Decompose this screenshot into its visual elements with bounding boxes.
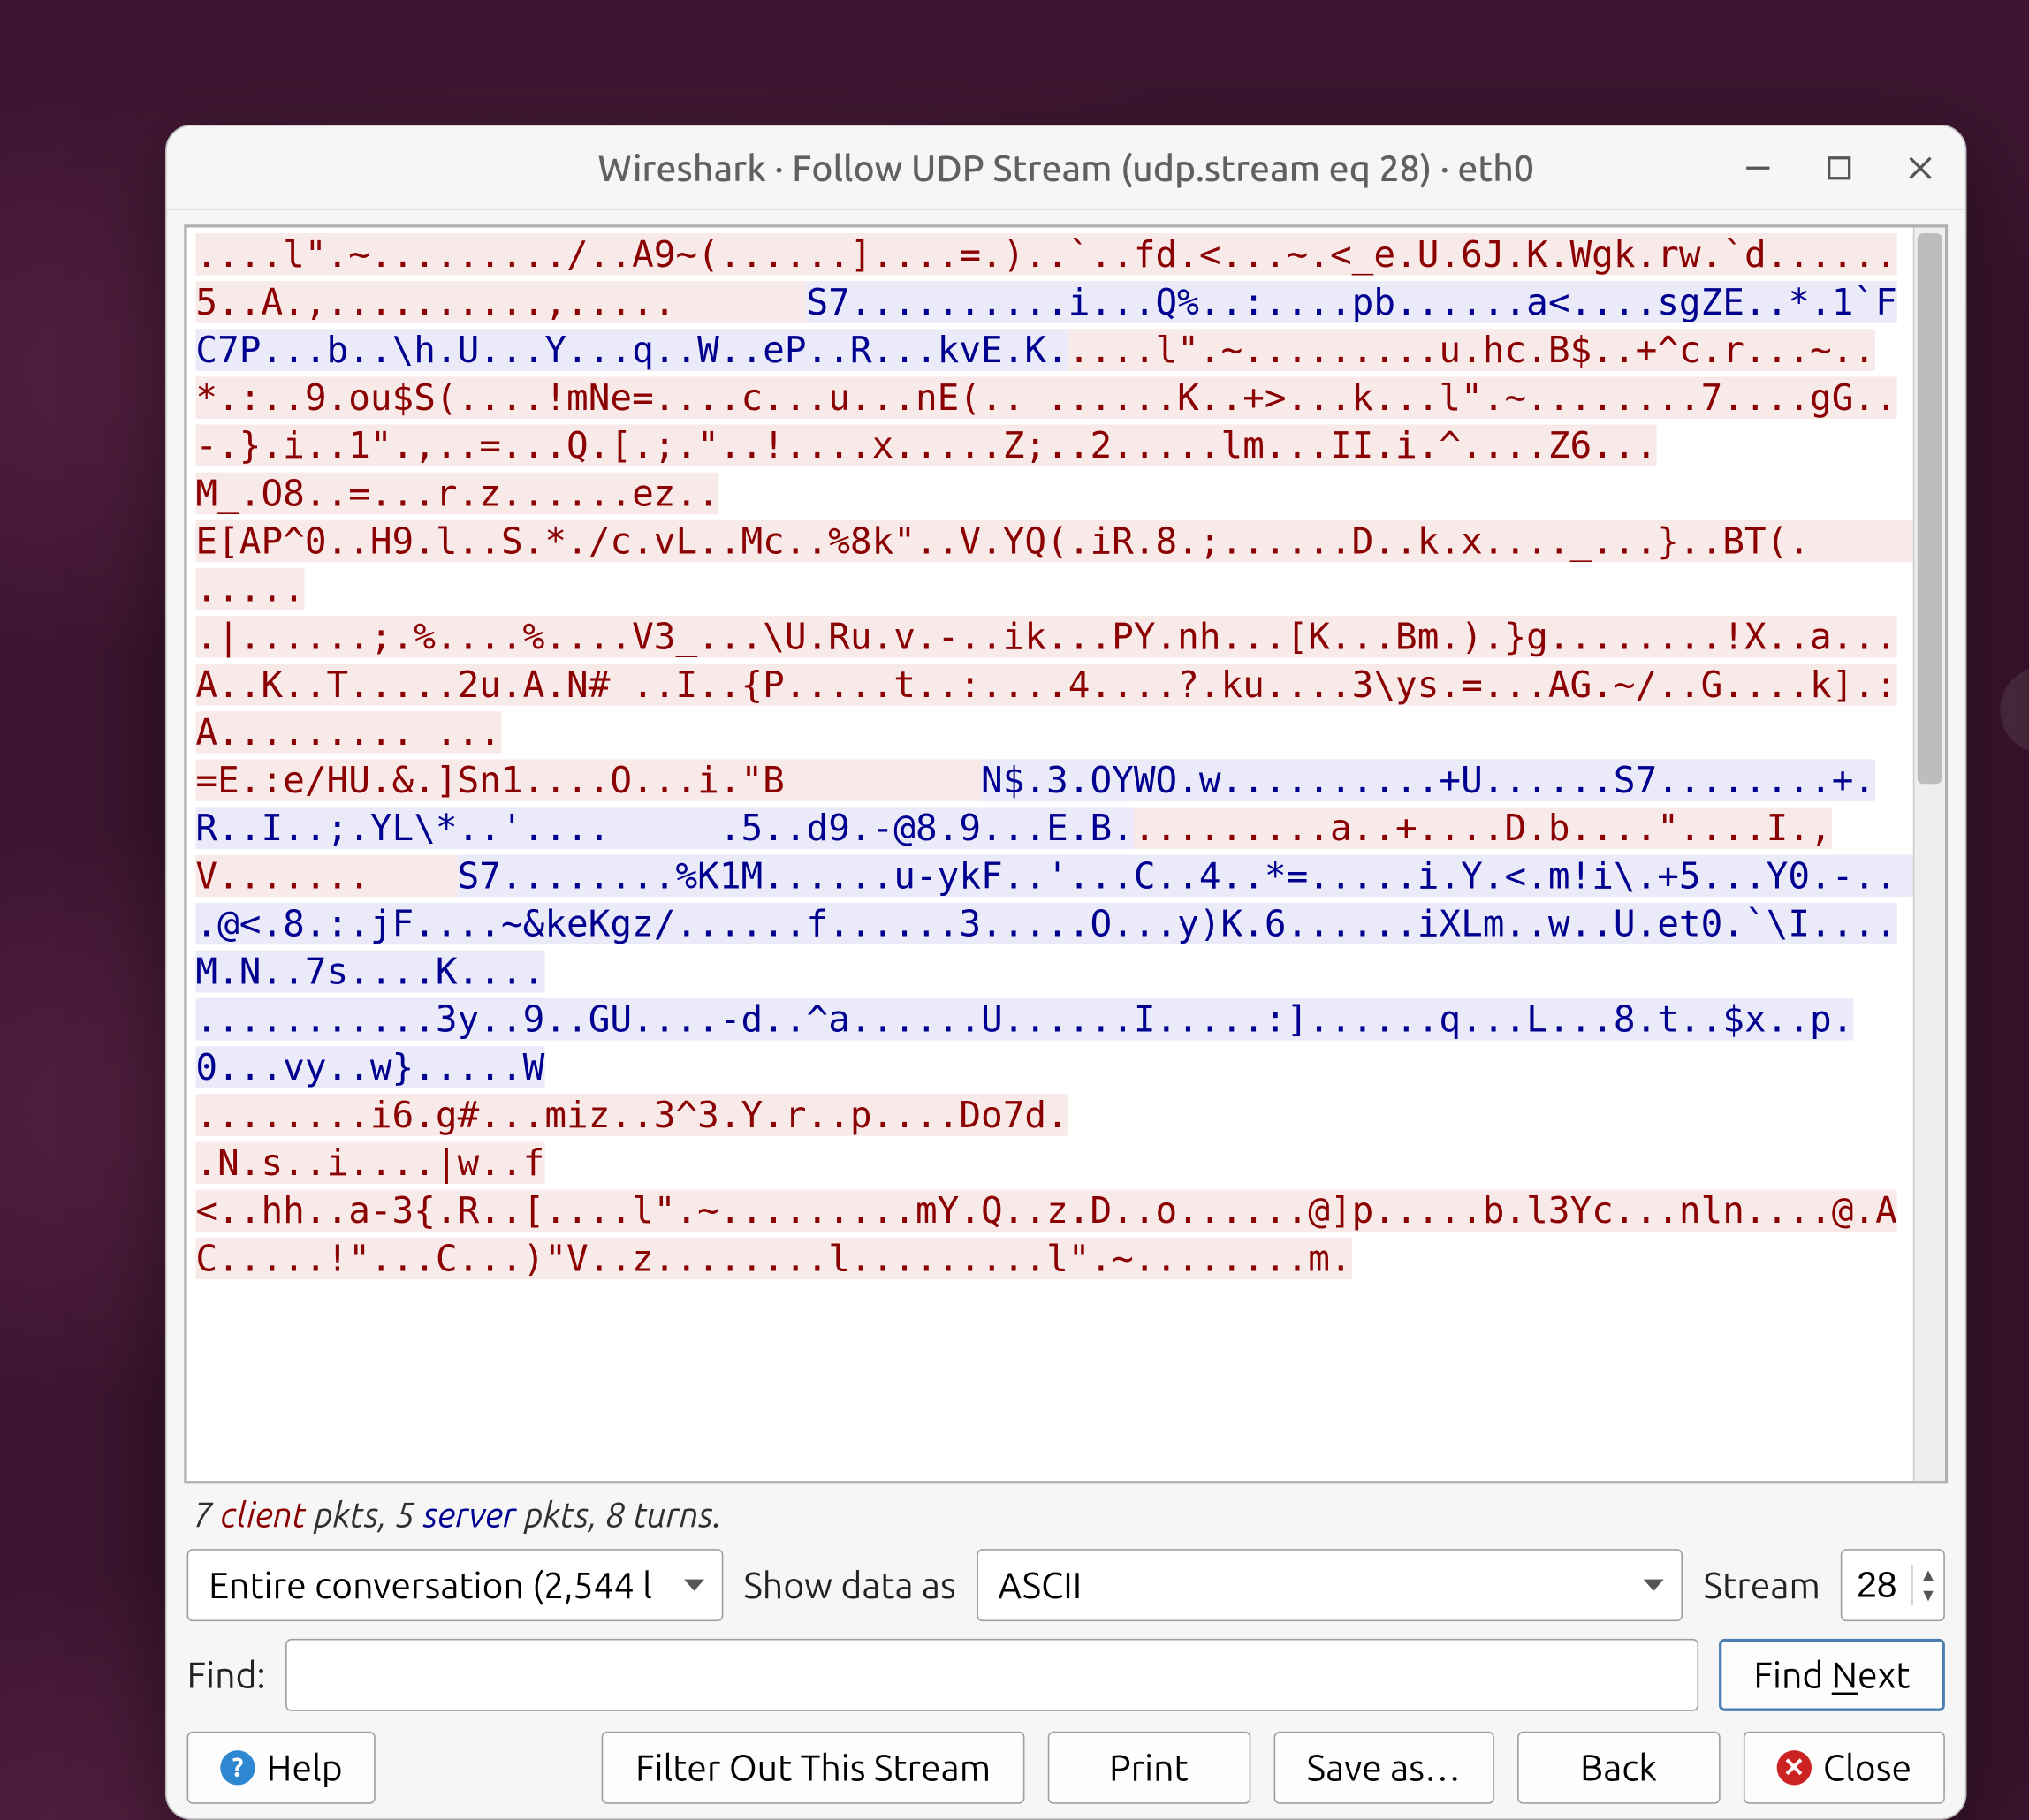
close-label: Close [1823,1748,1911,1788]
save-as-label: Save as… [1307,1748,1461,1788]
client-segment[interactable]: ........i6.g#...miz..3^3.Y.r..p....Do7d.… [195,1094,1896,1279]
print-button[interactable]: Print [1047,1732,1250,1804]
back-button[interactable]: Back [1517,1732,1721,1804]
minimize-button[interactable] [1739,148,1777,186]
close-icon: ✕ [1776,1750,1811,1785]
scrollbar-thumb[interactable] [1918,233,1942,784]
close-button[interactable] [1902,148,1940,186]
save-as-button[interactable]: Save as… [1273,1732,1494,1804]
wireshark-title-text: Wireshark · Follow UDP Stream (udp.strea… [597,147,1534,187]
filter-out-label: Filter Out This Stream [635,1748,991,1788]
conversation-selector-value: Entire conversation (2,544 l [209,1565,652,1605]
conversation-selector[interactable]: Entire conversation (2,544 l [187,1549,724,1621]
stream-number-stepper[interactable]: ▲ ▼ [1841,1549,1945,1621]
back-label: Back [1580,1748,1657,1788]
encoding-value: ASCII [998,1565,1082,1605]
stream-content[interactable]: ....l".~........./..A9~(......]....=.)..… [187,227,1913,1481]
help-button-label: Help [267,1748,343,1788]
wireshark-titlebar[interactable]: Wireshark · Follow UDP Stream (udp.strea… [167,126,1965,210]
stream-stats: 7 client pkts, 5 server pkts, 8 turns. [184,1483,1948,1549]
stream-number-input[interactable] [1842,1564,1911,1606]
stream-step-down[interactable]: ▼ [1913,1585,1943,1605]
stream-panel: ....l".~........./..A9~(......]....=.)..… [184,224,1948,1483]
filter-out-button[interactable]: Filter Out This Stream [602,1732,1024,1804]
find-label: Find: [187,1655,266,1695]
encoding-selector[interactable]: ASCII [977,1549,1683,1621]
stream-scrollbar[interactable] [1913,227,1945,1481]
help-button[interactable]: ? Help [187,1732,376,1804]
dialog-close-button[interactable]: ✕ Close [1744,1732,1945,1804]
wireshark-window: Wireshark · Follow UDP Stream (udp.strea… [165,125,1967,1820]
print-label: Print [1109,1748,1189,1788]
help-icon: ? [220,1750,255,1785]
wallpaper-rocket [1957,638,2029,957]
find-input[interactable] [286,1639,1699,1711]
stream-step-up[interactable]: ▲ [1913,1565,1943,1585]
maximize-button[interactable] [1820,148,1858,186]
stream-label: Stream [1704,1565,1820,1605]
show-data-as-label: Show data as [743,1565,955,1605]
find-next-button[interactable]: Find Next [1719,1639,1945,1711]
client-segment[interactable]: ....l".~.........u.hc.B$..+^c.r...~..*.:… [195,329,1912,801]
